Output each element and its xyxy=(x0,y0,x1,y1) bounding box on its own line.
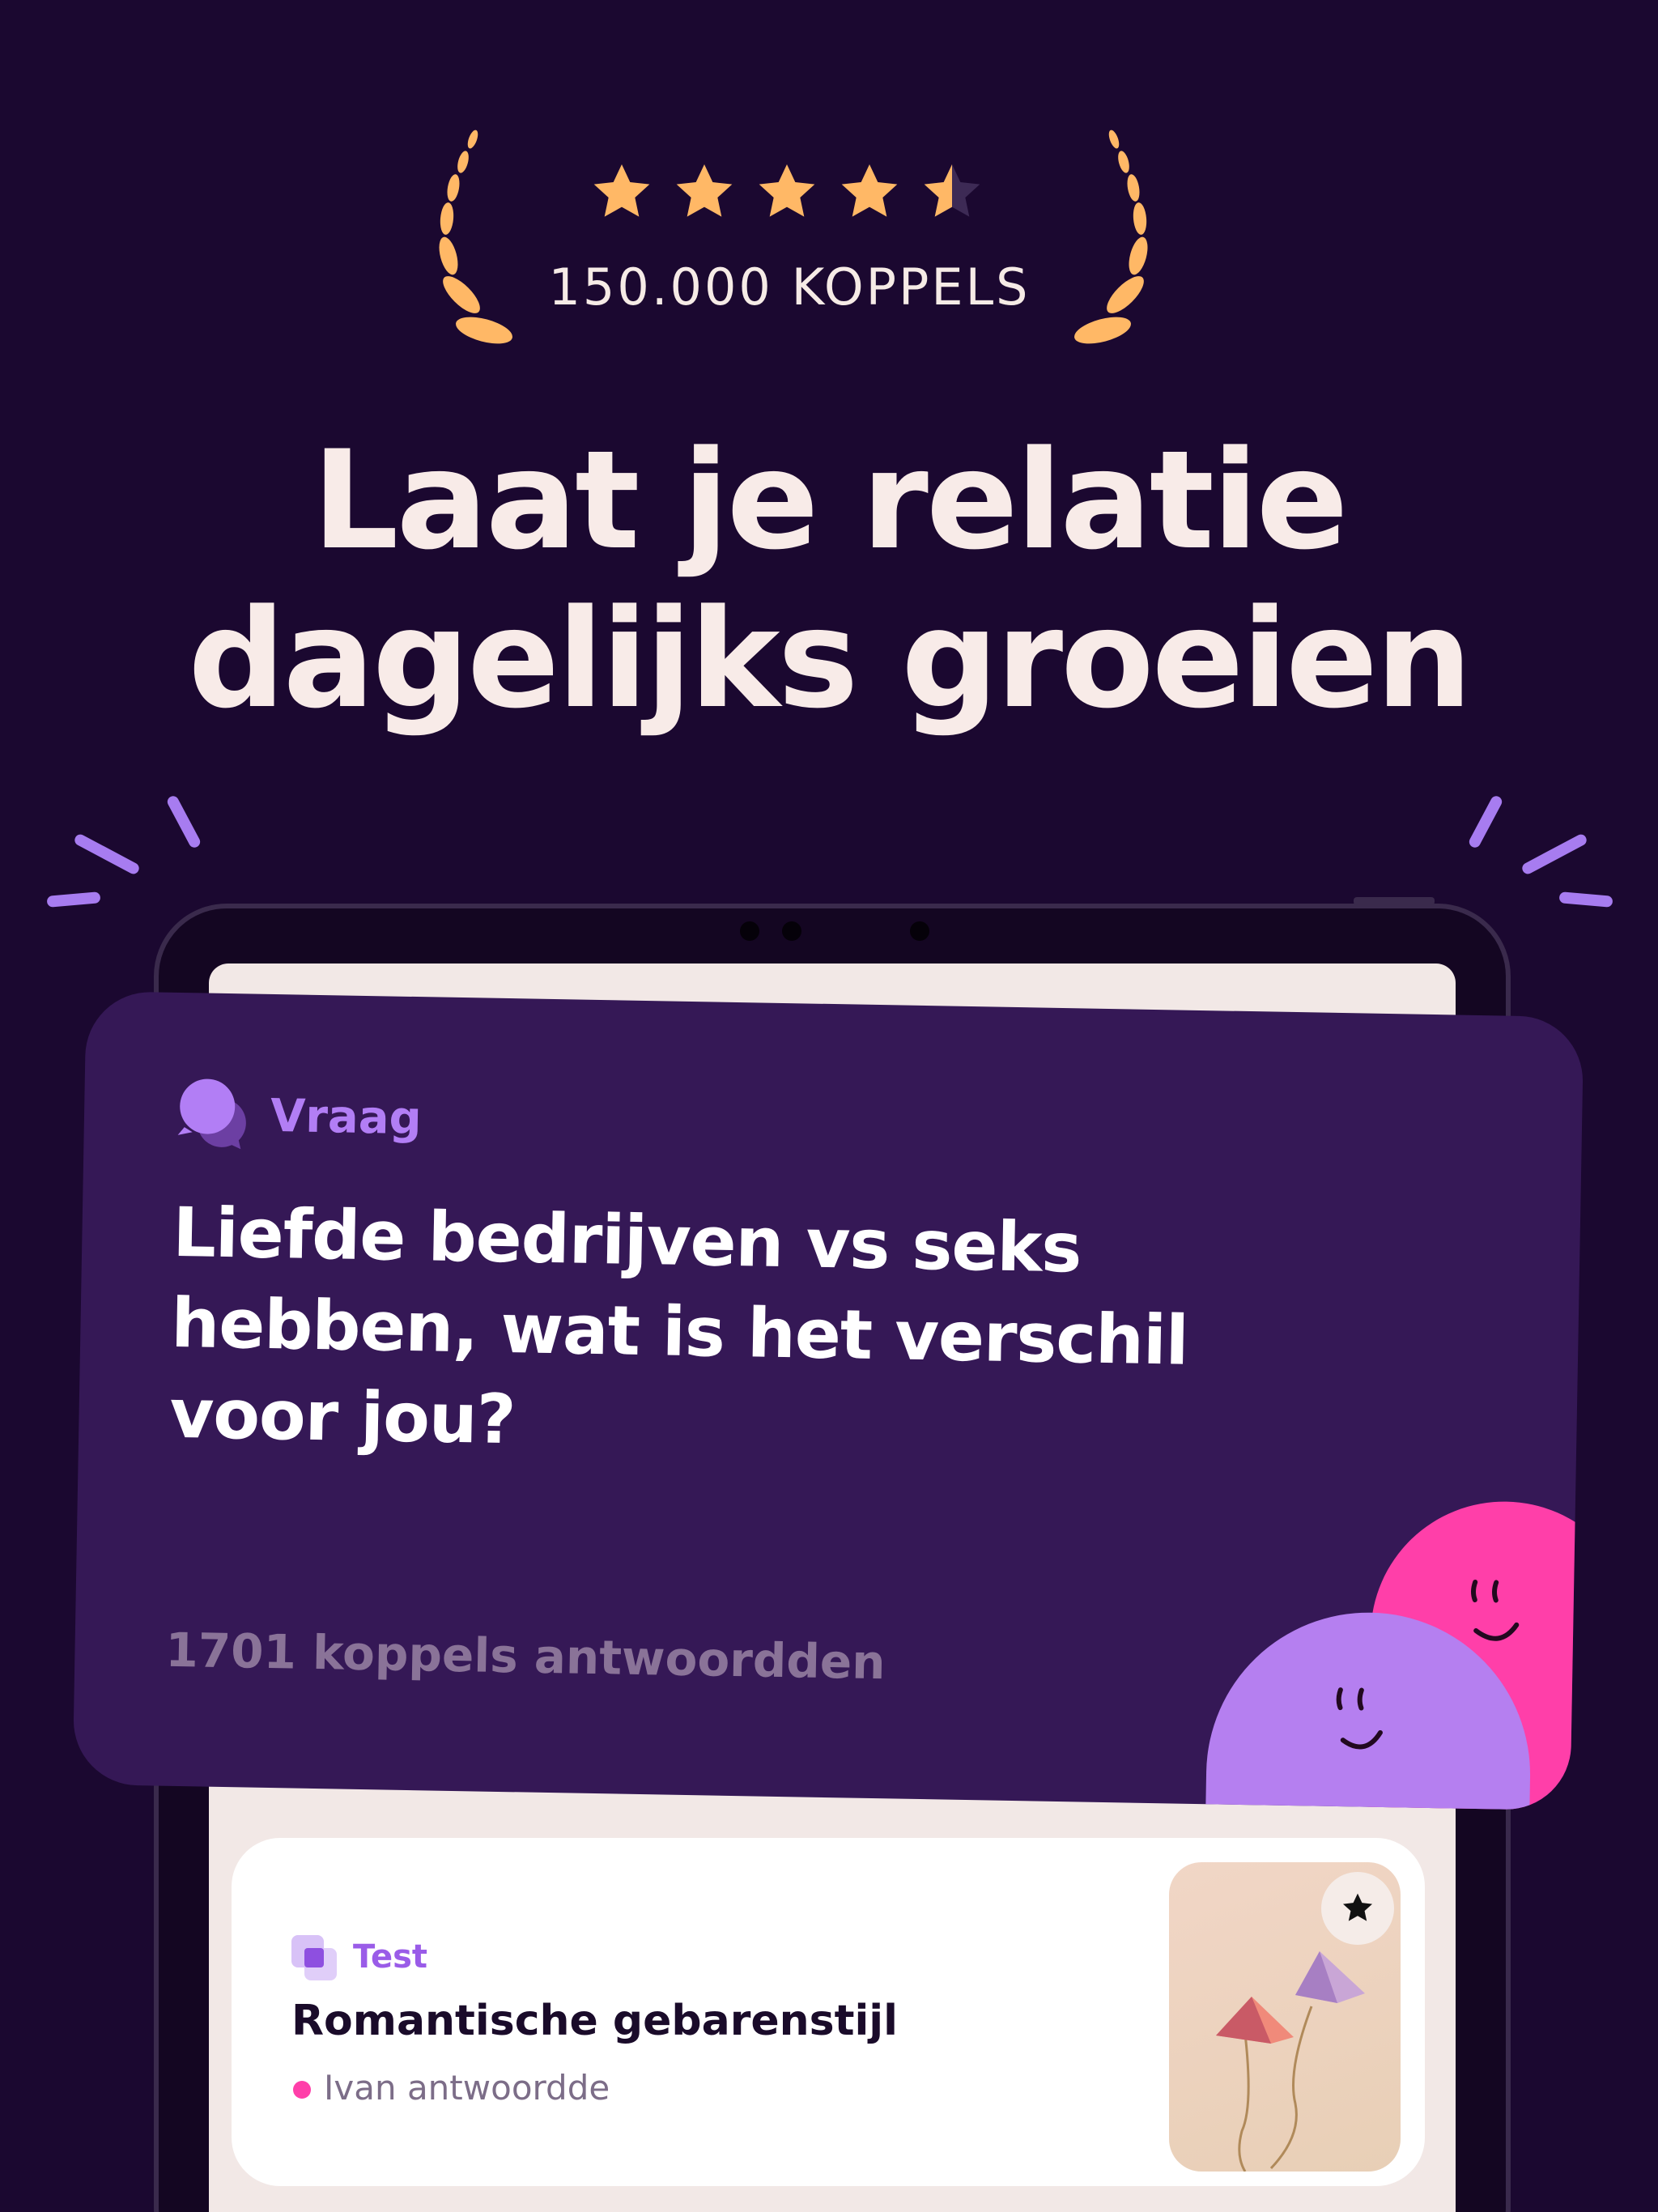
camera-dot xyxy=(740,921,759,941)
answer-count: 1701 koppels antwoordden xyxy=(164,1622,886,1691)
test-tag: Test xyxy=(353,1938,428,1976)
star-icon xyxy=(676,164,733,217)
rating-stars xyxy=(589,160,986,233)
star-icon xyxy=(841,164,898,217)
test-card[interactable]: Test Romantische gebarenstijl Ivan antwo… xyxy=(232,1838,1425,2186)
sparkle-dash xyxy=(1558,891,1613,908)
test-answered-by: Ivan antwoordde xyxy=(324,2068,610,2108)
answered-dot xyxy=(293,2081,311,2099)
favorite-star-icon xyxy=(1342,1893,1373,1921)
star-icon xyxy=(593,164,650,217)
question-text: Liefde bedrijven vs seks hebben, wat is … xyxy=(168,1192,1189,1460)
favorite-button[interactable] xyxy=(1321,1872,1394,1945)
sparkle-dash xyxy=(46,891,101,908)
laurel-left-icon xyxy=(439,130,512,344)
sparkle-dash xyxy=(1467,793,1504,850)
pink-blob-face xyxy=(1471,1579,1520,1641)
camera-dot xyxy=(910,921,929,941)
rating-count-label: 150.000 KOPPELS xyxy=(548,257,1031,317)
laurel-right-icon xyxy=(1074,130,1148,344)
question-card[interactable]: Vraag Liefde bedrijven vs seks hebben, w… xyxy=(72,990,1584,1811)
headline-line-1: Laat je relatie xyxy=(312,421,1348,580)
sparkle-dash xyxy=(165,793,202,850)
headline: Laat je relatie dagelijks groeien xyxy=(81,421,1577,738)
sparkle-dash xyxy=(1520,832,1589,876)
chat-bubbles-icon xyxy=(177,1078,246,1150)
purple-blob-face xyxy=(1336,1687,1383,1750)
app-store-screenshot: 150.000 KOPPELS Laat je relatie dagelijk… xyxy=(0,0,1658,2212)
sparkle-dash xyxy=(72,832,142,876)
test-title: Romantische gebarenstijl xyxy=(291,1997,898,2045)
camera-dot xyxy=(782,921,801,941)
star-half-icon xyxy=(924,164,980,217)
headline-line-2: dagelijks groeien xyxy=(188,580,1472,738)
test-layers-icon xyxy=(291,1935,337,1980)
question-tag: Vraag xyxy=(270,1089,423,1146)
star-icon xyxy=(759,164,815,217)
